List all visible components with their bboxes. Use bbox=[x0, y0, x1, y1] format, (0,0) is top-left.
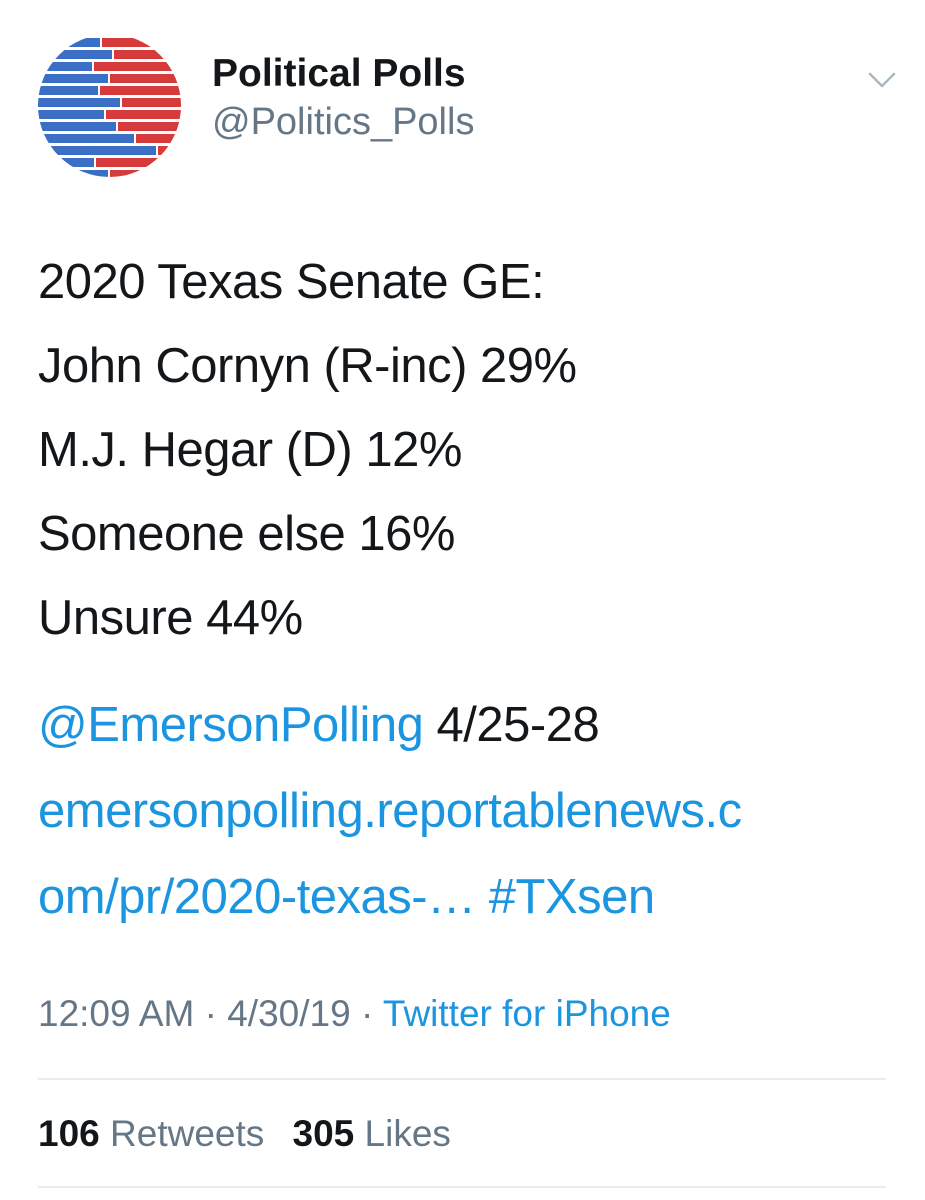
tweet-stats: 106 Retweets 305 Likes bbox=[38, 1108, 469, 1160]
avatar[interactable] bbox=[38, 34, 181, 177]
tweet-line: John Cornyn (R-inc) 29% bbox=[38, 339, 577, 393]
display-name[interactable]: Political Polls bbox=[212, 50, 474, 98]
url-line-2: om/pr/2020-texas-… #TXsen bbox=[38, 854, 898, 940]
meta-separator: · bbox=[194, 993, 228, 1034]
tweet-links: @EmersonPolling 4/25-28 emersonpolling.r… bbox=[38, 682, 898, 940]
tweet-text: 2020 Texas Senate GE: John Cornyn (R-inc… bbox=[38, 240, 898, 660]
account-names[interactable]: Political Polls @Politics_Polls bbox=[212, 50, 474, 146]
tweet-source[interactable]: Twitter for iPhone bbox=[383, 993, 671, 1034]
chevron-down-icon bbox=[868, 72, 896, 88]
political-polls-logo-icon bbox=[38, 34, 181, 177]
mention-link[interactable]: @EmersonPolling bbox=[38, 698, 424, 752]
article-link-part2[interactable]: om/pr/2020-texas-… bbox=[38, 870, 476, 924]
hashtag-link[interactable]: #TXsen bbox=[489, 870, 655, 924]
article-link-part1[interactable]: emersonpolling.reportablenews.c bbox=[38, 784, 742, 838]
tweet-header: Political Polls @Politics_Polls bbox=[38, 34, 898, 179]
likes-count: 305 bbox=[292, 1113, 355, 1154]
url-line-1: emersonpolling.reportablenews.c bbox=[38, 768, 898, 854]
retweets-label: Retweets bbox=[110, 1113, 265, 1154]
retweets-stat[interactable]: 106 Retweets bbox=[38, 1113, 264, 1154]
divider bbox=[38, 1078, 886, 1080]
tweet-line: Unsure 44% bbox=[38, 591, 303, 645]
tweet-line: 2020 Texas Senate GE: bbox=[38, 255, 545, 309]
tweet-time[interactable]: 12:09 AM bbox=[38, 993, 194, 1034]
tweet-menu-button[interactable] bbox=[866, 64, 898, 96]
tweet-line: M.J. Hegar (D) 12% bbox=[38, 423, 462, 477]
mention-line: @EmersonPolling 4/25-28 bbox=[38, 682, 898, 768]
likes-label: Likes bbox=[364, 1113, 451, 1154]
meta-separator: · bbox=[350, 993, 383, 1034]
date-range: 4/25-28 bbox=[423, 698, 600, 752]
tweet-line: Someone else 16% bbox=[38, 507, 455, 561]
divider bbox=[38, 1186, 886, 1188]
retweets-count: 106 bbox=[38, 1113, 100, 1154]
account-handle[interactable]: @Politics_Polls bbox=[212, 98, 474, 146]
likes-stat[interactable]: 305 Likes bbox=[293, 1113, 451, 1154]
tweet-date[interactable]: 4/30/19 bbox=[227, 993, 350, 1034]
tweet-meta: 12:09 AM · 4/30/19 · Twitter for iPhone bbox=[38, 988, 671, 1040]
